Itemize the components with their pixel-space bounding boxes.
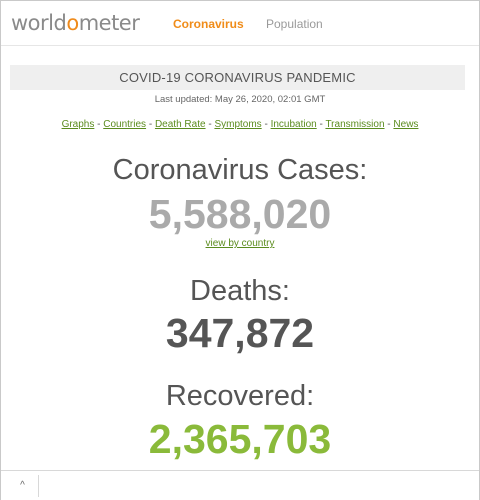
link-separator: - [146, 119, 155, 130]
page-title: COVID-19 CORONAVIRUS PANDEMIC [10, 65, 465, 90]
nav-population-link[interactable]: Population [266, 17, 323, 31]
view-by-country-link[interactable]: view by country [206, 238, 275, 249]
cases-label: Coronavirus Cases: [112, 154, 368, 186]
link-death-rate[interactable]: Death Rate [155, 119, 206, 130]
logo-text-post: meter [78, 11, 140, 35]
topic-links: Graphs - Countries - Death Rate - Sympto… [1, 119, 479, 130]
recovered-count: 2,365,703 [148, 416, 332, 462]
top-navbar: worldometer Coronavirus Population [1, 1, 479, 46]
link-news[interactable]: News [393, 119, 418, 130]
logo-text-o: o [66, 11, 79, 35]
link-symptoms[interactable]: Symptoms [214, 119, 261, 130]
browser-frame: worldometer Coronavirus Population COVID… [0, 0, 480, 500]
last-updated-text: Last updated: May 26, 2020, 02:01 GMT [154, 94, 326, 105]
link-separator: - [94, 119, 104, 130]
cases-count: 5,588,020 [148, 191, 332, 237]
worldometer-logo[interactable]: worldometer [11, 11, 140, 35]
view-by-country-wrap: view by country [1, 238, 479, 249]
bottom-toolbar: ^ [1, 470, 479, 500]
link-transmission[interactable]: Transmission [325, 119, 384, 130]
recovered-label: Recovered: [165, 380, 315, 412]
chevron-up-icon[interactable]: ^ [7, 475, 39, 497]
deaths-count: 347,872 [165, 310, 315, 356]
link-separator: - [261, 119, 271, 130]
link-graphs[interactable]: Graphs [62, 119, 95, 130]
link-countries[interactable]: Countries [103, 119, 146, 130]
deaths-label: Deaths: [190, 275, 290, 307]
link-incubation[interactable]: Incubation [271, 119, 317, 130]
logo-text-pre: world [11, 11, 67, 35]
nav-coronavirus-link[interactable]: Coronavirus [173, 17, 244, 31]
